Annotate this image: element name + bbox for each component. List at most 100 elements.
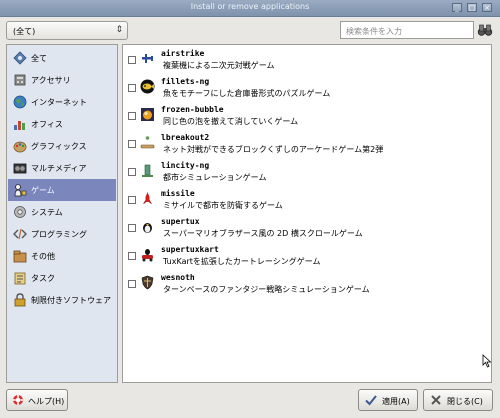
sidebar-item-label: その他: [31, 252, 55, 261]
maximize-button[interactable]: □: [467, 3, 477, 12]
app-description: TuxKartを拡張したカートレーシングゲーム: [163, 257, 321, 266]
category-select[interactable]: (全て) ⇕: [6, 21, 128, 40]
tasks-icon: [13, 271, 27, 285]
install-checkbox[interactable]: [128, 112, 136, 120]
app-description: 魚をモチーフにした倉庫番形式のパズルゲーム: [163, 89, 331, 98]
sidebar-item-label: インターネット: [31, 98, 87, 107]
category-select-value: (全て): [13, 27, 36, 36]
app-name: fillets-ng: [161, 77, 210, 86]
sidebar-item-label: 全て: [31, 54, 47, 63]
app-description: ターンベースのファンタジー戦略シミュレーションゲーム: [163, 285, 370, 294]
install-checkbox[interactable]: [128, 168, 136, 176]
minimize-button[interactable]: _: [452, 3, 462, 12]
app-row-missile[interactable]: missile ミサイルで都市を防衛するゲーム: [123, 189, 491, 211]
fish-icon: [140, 79, 155, 94]
penguin-icon: [140, 219, 155, 234]
internet-globe-icon: [13, 95, 27, 109]
sidebar-item-label: タスク: [31, 274, 55, 283]
app-name: lbreakout2: [161, 133, 210, 142]
window-title: Install or remove applications: [190, 2, 310, 11]
checkmark-icon: [365, 394, 377, 408]
sidebar-item-label: オフィス: [31, 120, 63, 129]
city-tower-icon: [140, 163, 155, 178]
sidebar-item-label: ゲーム: [31, 186, 55, 195]
close-window-button[interactable]: ×: [482, 3, 492, 12]
search-input[interactable]: 検索条件を入力: [340, 21, 474, 39]
bubble-icon: [140, 107, 155, 122]
app-name: airstrike: [161, 49, 205, 58]
application-list: airstrike 複葉機による二次元対戦ゲーム fillets-ng 魚をモチ…: [122, 44, 492, 383]
install-checkbox[interactable]: [128, 252, 136, 260]
sidebar-item-other[interactable]: その他: [8, 245, 116, 267]
app-description: 同じ色の泡を撤えて消していくゲーム: [163, 117, 299, 126]
sidebar-item-accessories[interactable]: アクセサリ: [8, 69, 116, 91]
sidebar-item-all[interactable]: 全て: [8, 47, 116, 69]
install-checkbox[interactable]: [128, 224, 136, 232]
multimedia-icon: [13, 161, 27, 175]
games-icon: [13, 183, 27, 197]
sidebar-item-label: プログラミング: [31, 230, 87, 239]
all-apps-icon: [13, 51, 27, 65]
app-description: 都市シミュレーションゲーム: [163, 173, 267, 182]
title-bar: Install or remove applications _ □ ×: [0, 0, 500, 17]
close-button-label: 閉じる(C): [447, 397, 483, 406]
app-name: frozen-bubble: [161, 105, 224, 114]
sidebar-item-label: マルチメディア: [31, 164, 87, 173]
restricted-software-icon: [13, 293, 27, 307]
app-row-airstrike[interactable]: airstrike 複葉機による二次元対戦ゲーム: [123, 49, 491, 71]
help-lifebuoy-icon: [12, 394, 24, 408]
app-row-fillets-ng[interactable]: fillets-ng 魚をモチーフにした倉庫番形式のパズルゲーム: [123, 77, 491, 99]
apply-button[interactable]: 適用(A): [358, 389, 418, 411]
other-icon: [13, 249, 27, 263]
install-checkbox[interactable]: [128, 84, 136, 92]
install-checkbox[interactable]: [128, 140, 136, 148]
install-checkbox[interactable]: [128, 196, 136, 204]
help-button-label: ヘルプ(H): [28, 397, 65, 406]
close-x-icon: [430, 394, 442, 408]
category-sidebar: 全て アクセサリ インターネット オフィス グラフィックス マルチメディア ゲー…: [6, 44, 118, 383]
sidebar-item-programming[interactable]: プログラミング: [8, 223, 116, 245]
sidebar-item-restricted-software[interactable]: 制限付きソフトウェア: [8, 289, 116, 311]
help-button[interactable]: ヘルプ(H): [6, 389, 68, 411]
app-name: supertuxkart: [161, 245, 219, 254]
sidebar-item-label: アクセサリ: [31, 76, 71, 85]
install-checkbox[interactable]: [128, 56, 136, 64]
sidebar-item-multimedia[interactable]: マルチメディア: [8, 157, 116, 179]
select-arrows-icon: ⇕: [115, 25, 123, 35]
app-description: 複葉機による二次元対戦ゲーム: [163, 61, 275, 70]
shield-icon: [140, 275, 155, 290]
app-row-supertux[interactable]: supertux スーパーマリオブラザース風の 2D 横スクロールゲーム: [123, 217, 491, 239]
biplane-icon: [140, 51, 155, 66]
sidebar-item-tasks[interactable]: タスク: [8, 267, 116, 289]
app-row-wesnoth[interactable]: wesnoth ターンベースのファンタジー戦略シミュレーションゲーム: [123, 273, 491, 295]
sidebar-item-games[interactable]: ゲーム: [8, 179, 116, 201]
app-row-lincity-ng[interactable]: lincity-ng 都市シミュレーションゲーム: [123, 161, 491, 183]
sidebar-item-system[interactable]: システム: [8, 201, 116, 223]
install-checkbox[interactable]: [128, 280, 136, 288]
apply-button-label: 適用(A): [382, 397, 410, 406]
graphics-icon: [13, 139, 27, 153]
app-name: missile: [161, 189, 195, 198]
app-row-frozen-bubble[interactable]: frozen-bubble 同じ色の泡を撤えて消していくゲーム: [123, 105, 491, 127]
search-placeholder: 検索条件を入力: [346, 27, 402, 36]
system-icon: [13, 205, 27, 219]
mouse-cursor: [482, 354, 492, 368]
accessories-icon: [13, 73, 27, 87]
sidebar-item-internet[interactable]: インターネット: [8, 91, 116, 113]
paddle-icon: [140, 135, 155, 150]
close-button[interactable]: 閉じる(C): [423, 389, 493, 411]
sidebar-item-office[interactable]: オフィス: [8, 113, 116, 135]
sidebar-item-label: 制限付きソフトウェア: [31, 296, 111, 305]
app-name: lincity-ng: [161, 161, 210, 170]
app-description: ミサイルで都市を防衛するゲーム: [163, 201, 283, 210]
app-row-lbreakout2[interactable]: lbreakout2 ネット対戦ができるブロックくずしのアーケードゲーム第2弾: [123, 133, 491, 155]
app-description: ネット対戦ができるブロックくずしのアーケードゲーム第2弾: [163, 145, 384, 154]
app-row-supertuxkart[interactable]: supertuxkart TuxKartを拡張したカートレーシングゲーム: [123, 245, 491, 267]
app-name: supertux: [161, 217, 200, 226]
sidebar-item-label: グラフィックス: [31, 142, 87, 151]
binoculars-icon[interactable]: [477, 22, 493, 38]
missile-icon: [140, 191, 155, 206]
programming-icon: [13, 227, 27, 241]
sidebar-item-graphics[interactable]: グラフィックス: [8, 135, 116, 157]
sidebar-item-label: システム: [31, 208, 63, 217]
